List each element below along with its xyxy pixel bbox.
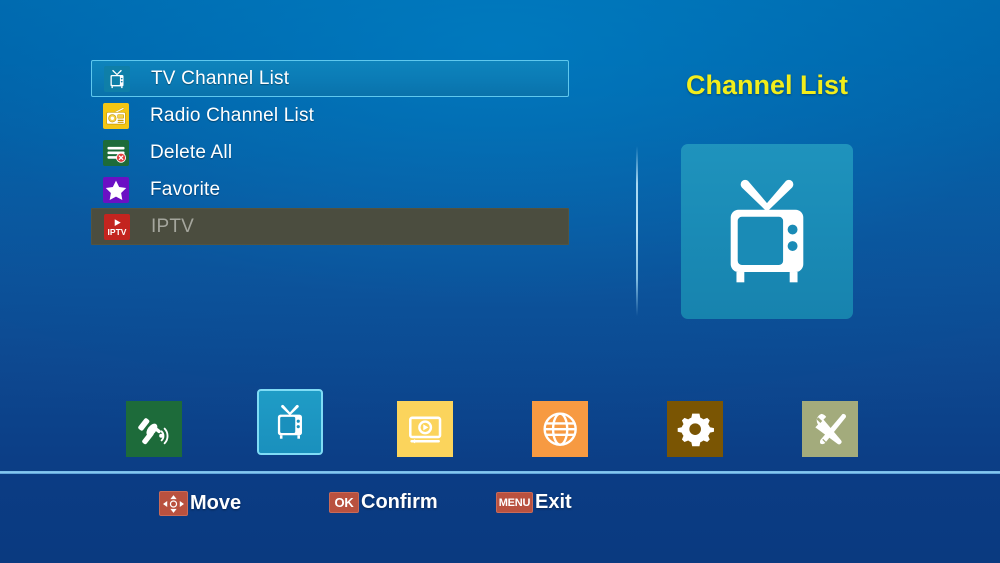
delete-list-icon: [103, 139, 129, 166]
tv-icon: [257, 389, 323, 455]
iconbar-item-media[interactable]: [370, 386, 480, 472]
hint-move: Move: [159, 491, 241, 516]
channel-list-menu: TV Channel List Radio Channel List Delet…: [91, 60, 569, 245]
vertical-divider: [636, 146, 638, 316]
hint-label: Confirm: [361, 491, 438, 513]
hint-label: Exit: [535, 491, 572, 513]
tools-icon: [802, 401, 858, 457]
gear-icon: [667, 401, 723, 457]
menu-item-radio-channel-list[interactable]: Radio Channel List: [91, 97, 569, 134]
menu-item-label: Favorite: [150, 178, 221, 200]
menu-item-label: IPTV: [151, 215, 195, 237]
star-icon: [103, 176, 129, 203]
iconbar-item-settings[interactable]: [640, 386, 750, 472]
panel-preview-tile: [681, 144, 853, 319]
iconbar-item-network[interactable]: [505, 386, 615, 472]
ok-key-icon: OK: [329, 492, 359, 513]
tv-icon: [701, 166, 833, 298]
iconbar-item-channel[interactable]: [235, 386, 345, 472]
main-menu-iconbar: [0, 386, 1000, 472]
media-player-icon: [397, 401, 453, 457]
hint-confirm: OK Confirm: [329, 491, 438, 514]
menu-item-favorite[interactable]: Favorite: [91, 171, 569, 208]
hint-label: Move: [190, 492, 242, 514]
iconbar-item-tools[interactable]: [775, 386, 885, 472]
tv-icon: [104, 65, 130, 92]
menu-key-icon: MENU: [496, 492, 533, 513]
dpad-key-icon: [159, 491, 188, 516]
iconbar-item-installation[interactable]: [99, 386, 209, 472]
svg-text:IPTV: IPTV: [108, 226, 127, 236]
menu-item-iptv[interactable]: IPTV IPTV: [91, 208, 569, 245]
iptv-icon: IPTV: [104, 213, 130, 240]
stb-menu-screen: TV Channel List Radio Channel List Delet…: [0, 0, 1000, 563]
hint-exit: MENU Exit: [496, 491, 572, 514]
menu-item-label: Radio Channel List: [150, 104, 315, 126]
menu-item-tv-channel-list[interactable]: TV Channel List: [91, 60, 569, 97]
menu-item-label: Delete All: [150, 141, 233, 163]
globe-icon: [532, 401, 588, 457]
radio-icon: [103, 102, 129, 129]
menu-item-label: TV Channel List: [151, 67, 290, 89]
menu-item-delete-all[interactable]: Delete All: [91, 134, 569, 171]
page-title: Channel List: [685, 70, 848, 100]
footer-hint-bar: Move OK Confirm MENU Exit: [0, 474, 1000, 563]
satellite-dish-icon: [126, 401, 182, 457]
